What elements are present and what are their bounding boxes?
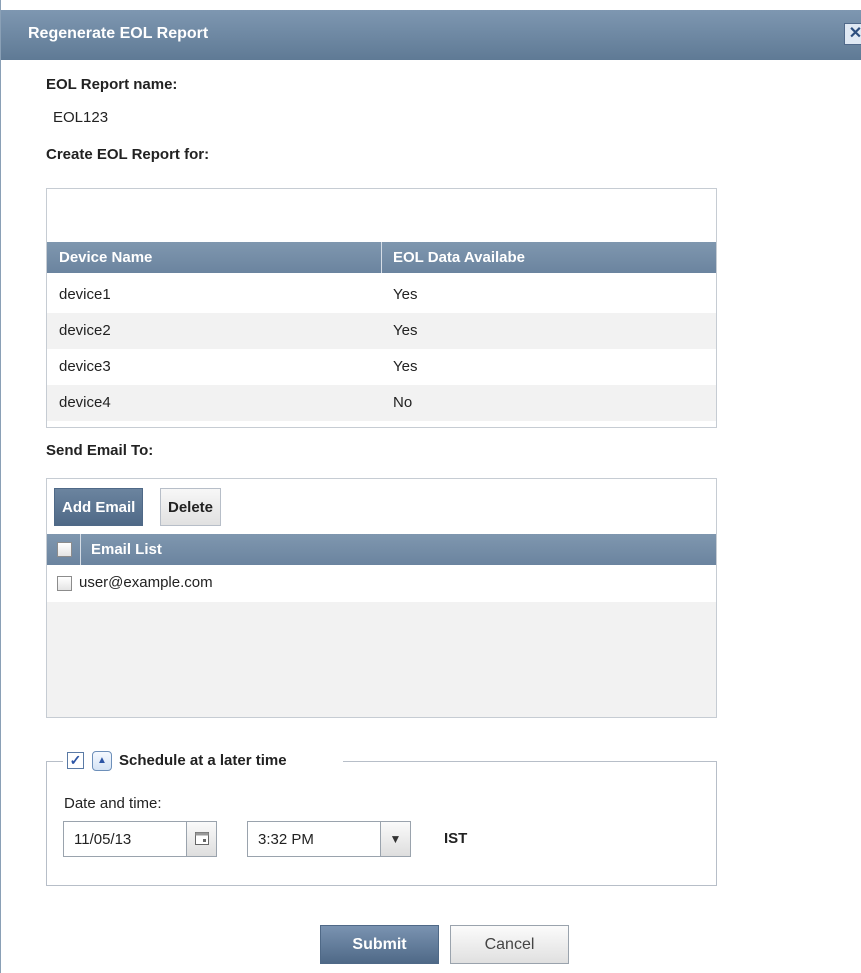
date-time-label: Date and time: xyxy=(64,795,162,812)
dialog-titlebar[interactable]: Regenerate EOL Report ✕ xyxy=(1,10,861,60)
email-grid-header: Email List xyxy=(47,534,716,565)
close-button[interactable]: ✕ xyxy=(844,23,861,45)
device-name-cell: device2 xyxy=(59,322,111,339)
schedule-checkbox[interactable]: ✓ xyxy=(67,752,84,769)
time-value: 3:32 PM xyxy=(258,831,314,848)
regenerate-eol-dialog: Regenerate EOL Report ✕ EOL Report name:… xyxy=(0,0,861,973)
device-grid-header: Device Name EOL Data Availabe xyxy=(47,242,716,273)
delete-button[interactable]: Delete xyxy=(160,488,222,526)
column-eol-data[interactable]: EOL Data Availabe xyxy=(393,242,525,273)
add-email-button[interactable]: Add Email xyxy=(54,488,144,526)
table-row[interactable]: device2 Yes xyxy=(47,313,716,349)
email-list-empty-area xyxy=(47,602,716,717)
device-name-cell: device3 xyxy=(59,358,111,375)
schedule-legend: ✓ ▲ Schedule at a later time xyxy=(63,750,343,774)
column-email-list[interactable]: Email List xyxy=(91,534,162,565)
device-grid-panel: Device Name EOL Data Availabe device1 Ye… xyxy=(46,188,717,428)
calendar-button[interactable] xyxy=(186,822,216,856)
device-name-cell: device1 xyxy=(59,286,111,303)
table-row[interactable]: device1 Yes xyxy=(47,277,716,313)
table-row[interactable]: device3 Yes xyxy=(47,349,716,385)
report-name-label: EOL Report name: xyxy=(46,76,178,93)
date-value: 11/05/13 xyxy=(74,831,132,848)
chevron-down-icon: ▼ xyxy=(389,832,402,846)
select-all-checkbox[interactable] xyxy=(57,542,72,557)
timezone-label: IST xyxy=(444,830,468,847)
eol-cell: Yes xyxy=(393,286,418,303)
table-row[interactable]: device4 No xyxy=(47,385,716,421)
email-checkbox[interactable] xyxy=(57,576,72,591)
eol-cell: No xyxy=(393,394,413,411)
list-item[interactable]: user@example.com xyxy=(47,566,716,602)
chevron-up-icon: ▲ xyxy=(97,755,107,766)
eol-cell: Yes xyxy=(393,322,418,339)
cancel-button[interactable]: Cancel xyxy=(450,925,569,964)
eol-cell: Yes xyxy=(393,358,418,375)
submit-button[interactable]: Submit xyxy=(320,925,439,964)
calendar-icon xyxy=(194,832,209,845)
report-name-value: EOL123 xyxy=(53,109,109,126)
time-select[interactable]: 3:32 PM ▼ xyxy=(247,821,411,857)
schedule-legend-text: Schedule at a later time xyxy=(119,752,287,769)
date-input[interactable]: 11/05/13 xyxy=(63,821,217,857)
email-panel: Add Email Delete Email List user@example… xyxy=(46,478,717,718)
send-email-label: Send Email To: xyxy=(46,442,154,459)
column-device-name[interactable]: Device Name xyxy=(59,242,152,273)
email-address: user@example.com xyxy=(79,574,213,591)
collapse-button[interactable]: ▲ xyxy=(92,751,112,771)
device-name-cell: device4 xyxy=(59,394,111,411)
close-icon: ✕ xyxy=(848,25,861,42)
checkmark-icon: ✓ xyxy=(69,752,82,768)
create-for-label: Create EOL Report for: xyxy=(46,146,210,163)
time-dropdown-button[interactable]: ▼ xyxy=(380,822,410,856)
dialog-title: Regenerate EOL Report xyxy=(28,25,209,42)
